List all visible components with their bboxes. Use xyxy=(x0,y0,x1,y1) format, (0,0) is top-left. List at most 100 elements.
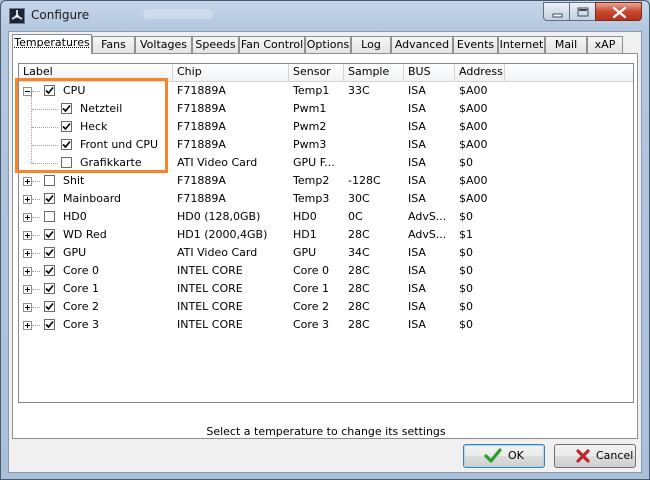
collapse-icon[interactable] xyxy=(23,87,32,96)
tab-options[interactable]: Options xyxy=(305,36,351,53)
temperatures-tab-panel: Label Chip Sensor Sample BUS Address CPU F7188… xyxy=(12,53,638,439)
expand-icon[interactable] xyxy=(23,195,32,204)
table-row[interactable]: Heck F71889A Pwm2 ISA $A00 xyxy=(19,118,633,136)
cell-address: $A00 xyxy=(459,84,488,97)
tab-advanced[interactable]: Advanced xyxy=(391,36,453,53)
expand-icon[interactable] xyxy=(23,249,32,258)
ok-button[interactable]: OK xyxy=(463,444,545,468)
cell-label: Heck xyxy=(80,120,108,133)
tab-label: Fan Control xyxy=(240,38,304,51)
table-row[interactable]: Netzteil F71889A Pwm1 ISA $A00 xyxy=(19,100,633,118)
table-row[interactable]: Core 1 INTEL CORE Core 1 28C ISA $0 xyxy=(19,280,633,298)
column-header-chip[interactable]: Chip xyxy=(173,64,289,81)
column-header-sample[interactable]: Sample xyxy=(344,64,404,81)
sensor-checkbox[interactable] xyxy=(44,175,55,186)
title-bar[interactable]: Configure xyxy=(1,1,649,31)
cell-chip: F71889A xyxy=(177,120,226,133)
tree-connector-line xyxy=(32,235,40,236)
table-row[interactable]: CPU F71889A Temp1 33C ISA $A00 xyxy=(19,82,633,100)
tree-connector-line xyxy=(32,163,58,164)
cell-label: GPU xyxy=(63,246,87,259)
table-row[interactable]: Front und CPU F71889A Pwm3 ISA $A00 xyxy=(19,136,633,154)
close-button[interactable] xyxy=(595,2,642,21)
cell-sample: 34C xyxy=(348,246,370,259)
expand-icon[interactable] xyxy=(23,303,32,312)
column-header-address[interactable]: Address xyxy=(455,64,505,81)
sensor-checkbox[interactable] xyxy=(44,265,55,276)
sensor-checkbox[interactable] xyxy=(61,121,72,132)
cell-address: $A00 xyxy=(459,102,488,115)
sensor-checkbox[interactable] xyxy=(61,139,72,150)
table-row[interactable]: Core 2 INTEL CORE Core 2 28C ISA $0 xyxy=(19,298,633,316)
sensor-checkbox[interactable] xyxy=(44,85,55,96)
expand-icon[interactable] xyxy=(23,177,32,186)
temperature-tree-list[interactable]: Label Chip Sensor Sample BUS Address CPU F7188… xyxy=(18,63,634,403)
tree-connector-line xyxy=(32,145,58,146)
table-row[interactable]: Shit F71889A Temp2 -128C ISA $A00 xyxy=(19,172,633,190)
table-row[interactable]: Mainboard F71889A Temp3 30C ISA $A00 xyxy=(19,190,633,208)
tab-mail[interactable]: Mail xyxy=(545,36,587,53)
cell-bus: ISA xyxy=(408,102,426,115)
tab-label: Advanced xyxy=(394,38,450,51)
sensor-checkbox[interactable] xyxy=(44,211,55,222)
maximize-button[interactable] xyxy=(569,2,596,21)
tab-log[interactable]: Log xyxy=(351,36,391,53)
table-row[interactable]: Grafikkarte ATI Video Card GPU F... ISA $0 xyxy=(19,154,633,172)
cell-bus: ISA xyxy=(408,174,426,187)
sensor-checkbox[interactable] xyxy=(44,319,55,330)
cell-bus: ISA xyxy=(408,264,426,277)
cell-address: $A00 xyxy=(459,192,488,205)
tab-label: Mail xyxy=(554,38,578,51)
cell-sample: 30C xyxy=(348,192,370,205)
tree-connector-line xyxy=(32,289,40,290)
tab-xap[interactable]: xAP xyxy=(587,36,623,53)
sensor-checkbox[interactable] xyxy=(44,229,55,240)
expand-icon[interactable] xyxy=(23,231,32,240)
cell-sensor: HD0 xyxy=(293,210,317,223)
sensor-checkbox[interactable] xyxy=(44,193,55,204)
table-row[interactable]: Core 0 INTEL CORE Core 0 28C ISA $0 xyxy=(19,262,633,280)
tab-fans[interactable]: Fans xyxy=(92,36,135,53)
tree-connector-line xyxy=(32,109,58,110)
list-header: Label Chip Sensor Sample BUS Address xyxy=(19,64,633,82)
tab-label: Log xyxy=(361,38,381,51)
tab-label: Events xyxy=(456,38,495,51)
minimize-button[interactable] xyxy=(543,2,570,21)
expand-icon[interactable] xyxy=(23,213,32,222)
cell-sensor: Pwm3 xyxy=(293,138,327,151)
app-icon[interactable] xyxy=(9,8,25,24)
table-row[interactable]: HD0 HD0 (128,0GB) HD0 0C AdvS... $0 xyxy=(19,208,633,226)
cell-sensor: Core 0 xyxy=(293,264,329,277)
check-icon xyxy=(484,448,502,463)
column-header-sensor[interactable]: Sensor xyxy=(289,64,344,81)
tab-voltages[interactable]: Voltages xyxy=(135,36,192,53)
tree-connector-line xyxy=(32,253,40,254)
cell-sample xyxy=(348,100,402,118)
tab-temperatures[interactable]: Temperatures xyxy=(12,34,92,54)
tab-events[interactable]: Events xyxy=(453,36,498,53)
column-header-label[interactable]: Label xyxy=(19,64,173,81)
expand-icon[interactable] xyxy=(23,285,32,294)
cell-chip: HD0 (128,0GB) xyxy=(177,210,261,223)
tab-fan-control[interactable]: Fan Control xyxy=(239,36,305,53)
sensor-checkbox[interactable] xyxy=(44,301,55,312)
sensor-checkbox[interactable] xyxy=(44,247,55,258)
tree-connector-line xyxy=(32,271,40,272)
column-header-bus[interactable]: BUS xyxy=(404,64,455,81)
sensor-checkbox[interactable] xyxy=(61,103,72,114)
table-row[interactable]: GPU ATI Video Card GPU 34C ISA $0 xyxy=(19,244,633,262)
tab-internet[interactable]: Internet xyxy=(498,36,545,53)
cell-bus: ISA xyxy=(408,246,426,259)
sensor-checkbox[interactable] xyxy=(44,283,55,294)
dialog-client-area: Temperatures Fans Voltages Speeds Fan Contro… xyxy=(8,31,642,473)
expand-icon[interactable] xyxy=(23,321,32,330)
sensor-checkbox[interactable] xyxy=(61,157,72,168)
cell-bus: ISA xyxy=(408,156,426,169)
tab-speeds[interactable]: Speeds xyxy=(192,36,239,53)
cell-sample: 28C xyxy=(348,228,370,241)
expand-icon[interactable] xyxy=(23,267,32,276)
cell-address: $0 xyxy=(459,318,473,331)
cancel-button[interactable]: Cancel xyxy=(554,444,636,468)
table-row[interactable]: Core 3 INTEL CORE Core 3 28C ISA $0 xyxy=(19,316,633,334)
table-row[interactable]: WD Red HD1 (2000,4GB) HD1 28C AdvS... $1 xyxy=(19,226,633,244)
